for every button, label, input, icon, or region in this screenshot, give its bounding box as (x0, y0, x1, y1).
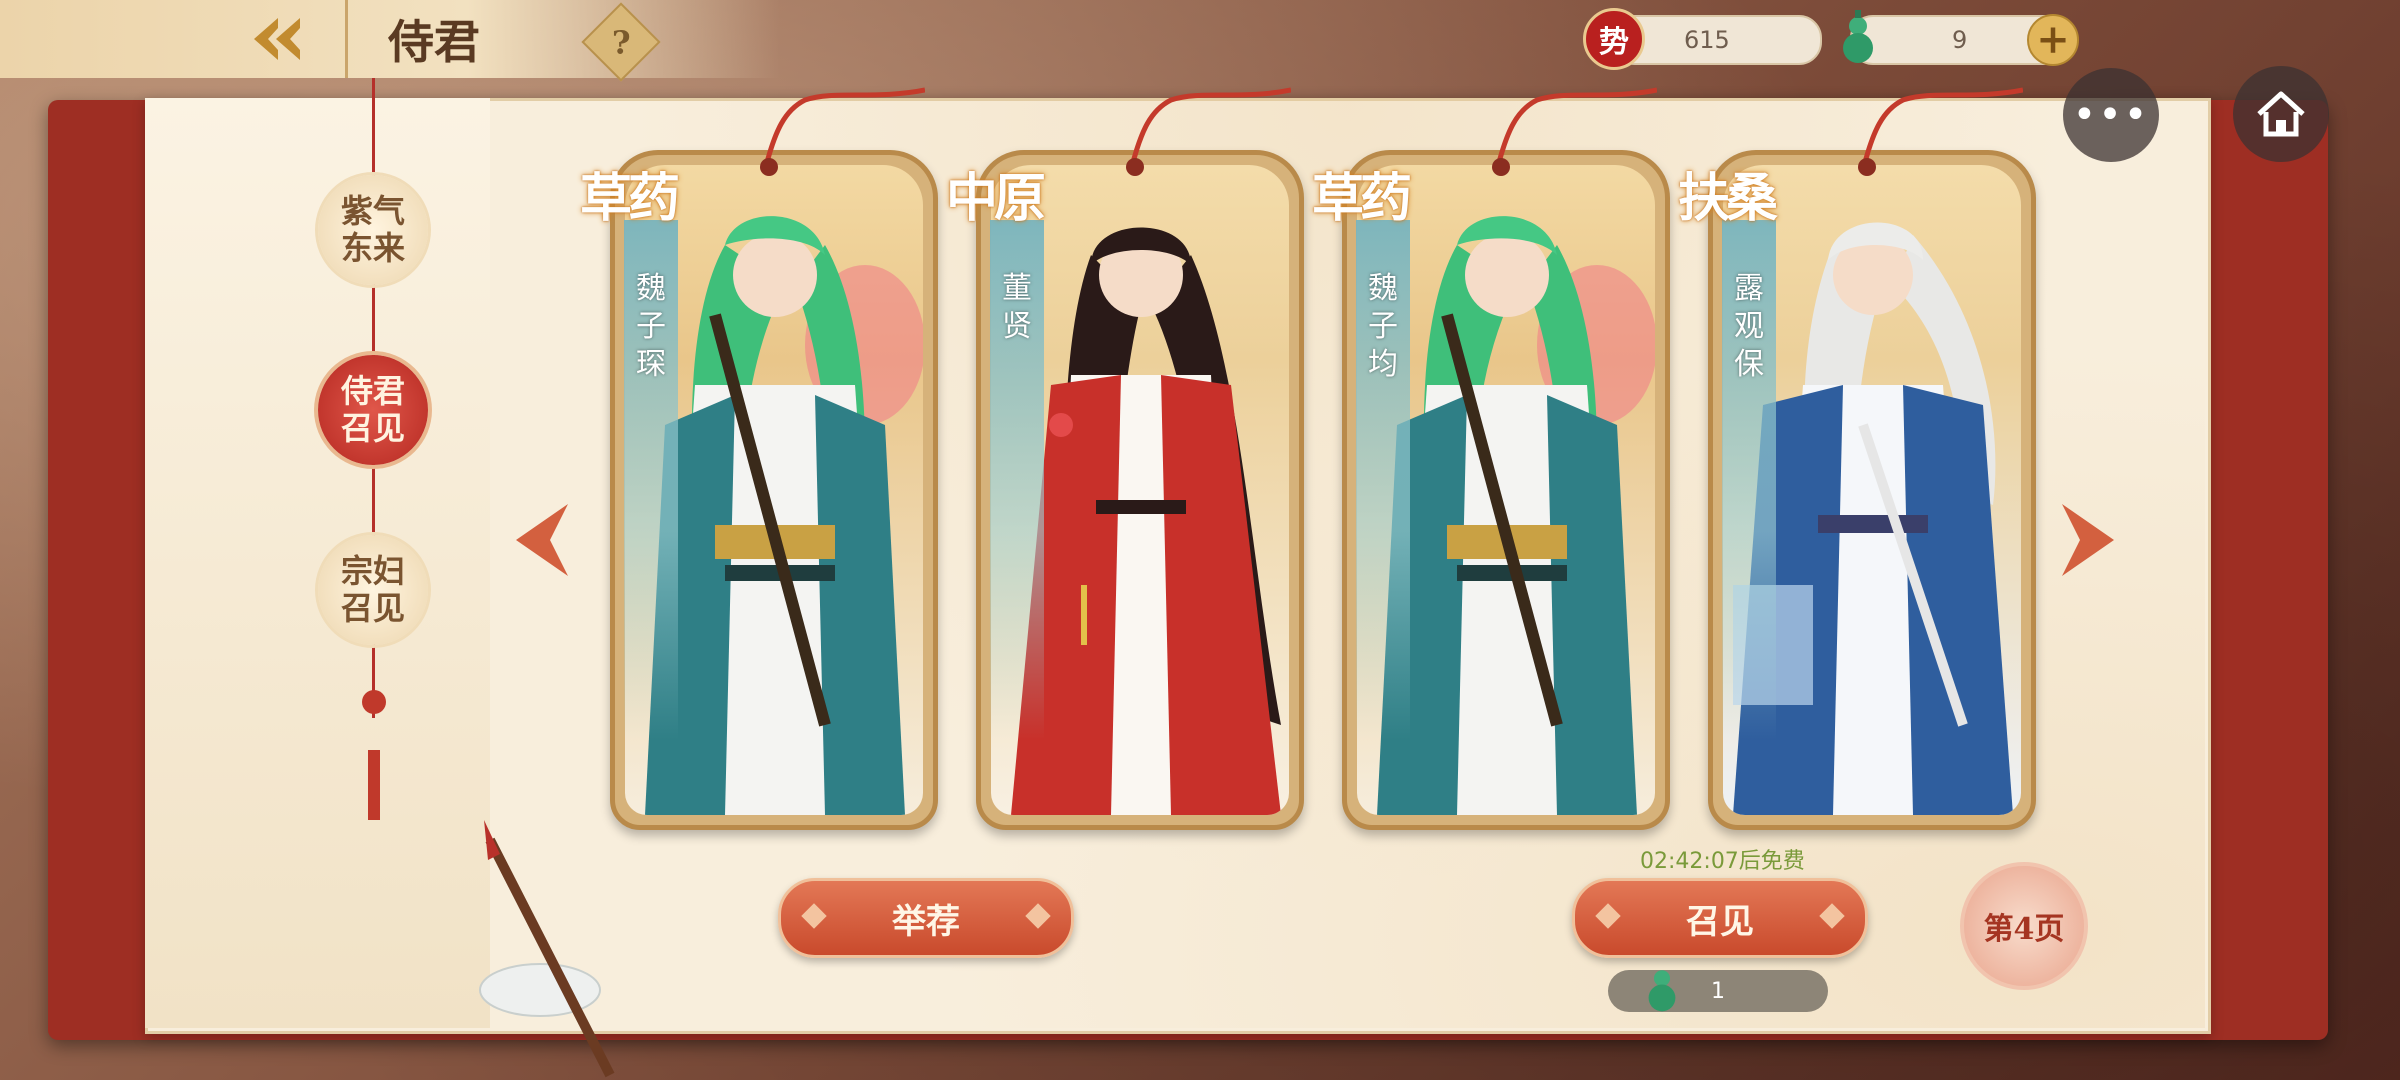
prev-page-arrow-icon[interactable] (510, 500, 570, 580)
faction-label: 草药 (580, 168, 680, 229)
card-string (765, 87, 925, 170)
character-card-1[interactable]: 草药 魏子琛 (580, 87, 938, 830)
tassel-knot-icon (362, 690, 386, 714)
jade-value: 9 (1952, 26, 1968, 54)
diamond-ornament-icon (1025, 903, 1051, 929)
free-timer: 02:42:07后免费 (1640, 849, 1805, 874)
diamond-ornament-icon (801, 903, 827, 929)
recommend-label: 举荐 (892, 901, 960, 942)
character-name: 露观保 (1734, 271, 1764, 382)
tab-zongfu-zhaojian[interactable]: 宗妇 召见 (318, 535, 428, 645)
card-hole (1858, 158, 1876, 176)
jade-gourd-icon (1843, 10, 1873, 63)
page-badge: 第4页 (1960, 862, 2088, 990)
summon-cost-bar: 1 (1608, 970, 1828, 1012)
card-string (1863, 87, 2023, 170)
card-string (1131, 87, 1291, 170)
character-name: 魏子琛 (636, 271, 666, 382)
character-name: 魏子均 (1368, 271, 1398, 382)
recommend-button[interactable]: 举荐 (778, 878, 1074, 958)
card-string (1497, 87, 1657, 170)
summon-label: 召见 (1686, 901, 1754, 942)
tab-ziqi-donglai[interactable]: 紫气 东来 (318, 175, 428, 285)
jade-gourd-icon (1648, 970, 1676, 1012)
question-icon: ? (611, 23, 631, 61)
summon-cost-value: 1 (1711, 978, 1725, 1004)
diamond-ornament-icon (1819, 903, 1845, 929)
next-page-arrow-icon[interactable] (2060, 500, 2120, 580)
faction-label: 中原 (946, 168, 1046, 229)
back-arrow-icon (254, 18, 300, 60)
character-card-4[interactable]: 扶桑 露观保 (1678, 87, 2036, 830)
home-icon (2257, 91, 2305, 137)
tab-shijun-zhaojian[interactable]: 侍君 召见 (318, 355, 428, 465)
card-hole (760, 158, 778, 176)
card-hole (1126, 158, 1144, 176)
side-paper (145, 98, 490, 1028)
title-divider (345, 0, 348, 78)
power-value: 615 (1684, 26, 1730, 54)
character-card-2[interactable]: 中原 董贤 (946, 87, 1304, 830)
summon-button[interactable]: 召见 (1572, 878, 1868, 958)
more-dots-icon: ••• (2072, 92, 2150, 138)
add-jade-button[interactable]: + (2027, 14, 2079, 66)
faction-label: 扶桑 (1678, 168, 1778, 229)
power-icon: 势 (1583, 8, 1645, 70)
brush-icon (479, 820, 615, 1078)
faction-label: 草药 (1312, 168, 1412, 229)
character-name: 董贤 (1002, 271, 1032, 344)
page-title: 侍君 (388, 15, 480, 69)
home-button[interactable] (2233, 66, 2329, 162)
diamond-ornament-icon (1595, 903, 1621, 929)
card-hole (1492, 158, 1510, 176)
more-button[interactable]: ••• (2063, 68, 2159, 162)
back-button[interactable] (220, 8, 340, 70)
character-card-3[interactable]: 草药 魏子均 (1312, 87, 1670, 830)
tassel-tail (368, 750, 380, 820)
